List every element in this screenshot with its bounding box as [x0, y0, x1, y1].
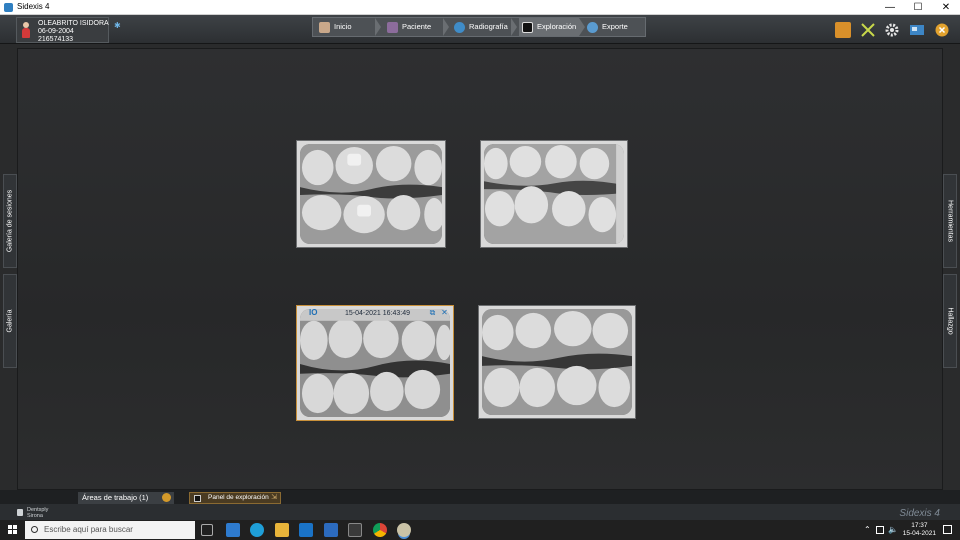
bottom-panel: Áreas de trabajo (1) Panel de exploració… [0, 490, 960, 520]
tab-herramientas[interactable]: Herramientas [943, 174, 957, 268]
taskbar-clock[interactable]: 17:37 15-04-2021 [903, 522, 936, 538]
bitewing-radiograph [484, 144, 624, 244]
patient-id: 216574133 [38, 36, 74, 43]
close-window-button[interactable]: ✕ [932, 0, 960, 15]
title-bar: Sidexis 4 — ☐ ✕ [0, 0, 960, 15]
volume-icon[interactable]: 🔈 [888, 525, 898, 534]
tools-icon[interactable] [860, 22, 876, 38]
exploration-panel-tab[interactable]: Panel de exploración ⇲ [189, 492, 281, 504]
windows-start-icon[interactable] [8, 525, 18, 535]
patient-card[interactable]: OLEABRITO ISIDORA 06-09-2004 216574133 ✱ [16, 17, 121, 43]
xray-image[interactable] [296, 140, 446, 248]
store-icon[interactable] [348, 523, 362, 537]
patient-icon [387, 21, 398, 33]
chrome-icon[interactable] [373, 523, 387, 537]
nav-separator [443, 18, 449, 36]
app-icon [4, 3, 13, 12]
bitewing-radiograph [482, 309, 632, 415]
tray-overflow-icon[interactable]: ⌃ [864, 525, 871, 534]
sidexis-logo: Sidexis 4 [899, 508, 940, 519]
mail-app-icon[interactable] [226, 523, 240, 537]
bitewing-radiograph [300, 144, 442, 244]
nav-separator [579, 18, 585, 36]
pin-icon[interactable]: ⇲ [271, 493, 277, 503]
settings-gear-icon[interactable] [884, 22, 900, 38]
workspaces-tab[interactable]: Áreas de trabajo (1) [78, 492, 174, 504]
windows-taskbar: Escribe aquí para buscar ⌃ 🔈 17:37 15-04… [0, 520, 960, 540]
file-explorer-icon[interactable] [275, 523, 289, 537]
close-session-icon[interactable] [934, 22, 950, 38]
patient-name: OLEABRITO ISIDORA [38, 20, 109, 27]
nav-inicio[interactable]: Inicio [319, 18, 373, 36]
window-layout-icon[interactable] [909, 22, 925, 38]
exploration-workspace[interactable] [17, 48, 943, 490]
dentsply-logo-mark [17, 509, 23, 516]
workspaces-close-icon[interactable] [162, 493, 171, 502]
notifications-icon[interactable] [943, 525, 952, 534]
tab-galeria-sesiones[interactable]: Galería de sesiones [3, 174, 17, 268]
compare-icon[interactable]: ⧉ [428, 309, 437, 317]
tab-galeria[interactable]: Galería [3, 274, 17, 368]
xray-image[interactable] [480, 140, 628, 248]
patient-dob: 06-09-2004 [38, 28, 74, 35]
home-icon [319, 21, 330, 33]
nav-separator [511, 18, 517, 36]
maximize-button[interactable]: ☐ [904, 0, 932, 15]
xray-image-selected[interactable]: IO 15-04-2021 16:43:49 ⧉ ✕ [296, 305, 454, 421]
nav-exporte[interactable]: Exporte [587, 18, 643, 36]
bitewing-radiograph [300, 309, 450, 417]
intraoral-badge: IO [309, 308, 318, 317]
taskbar-search-input[interactable]: Escribe aquí para buscar [25, 521, 195, 539]
task-view-icon[interactable] [201, 524, 213, 536]
patient-avatar-icon [21, 22, 31, 38]
search-icon [31, 526, 38, 533]
outlook-icon[interactable] [299, 523, 313, 537]
app-header: OLEABRITO ISIDORA 06-09-2004 216574133 ✱… [0, 15, 960, 44]
exploration-icon [522, 21, 533, 33]
tab-hallazgo[interactable]: Hallazgo [943, 274, 957, 368]
xray-image[interactable] [478, 305, 636, 419]
network-icon[interactable] [876, 526, 884, 534]
patient-link-icon[interactable]: ✱ [114, 21, 121, 30]
minimize-button[interactable]: — [876, 0, 904, 15]
export-icon [587, 21, 598, 33]
teams-icon[interactable] [324, 523, 338, 537]
workflow-nav: Inicio Paciente Radiografía Exploración … [312, 17, 646, 37]
edge-icon[interactable] [250, 523, 264, 537]
image-timestamp: 15-04-2021 16:43:49 [345, 310, 410, 317]
close-image-icon[interactable]: ✕ [440, 309, 449, 317]
nav-separator [375, 18, 381, 36]
nav-exploracion[interactable]: Exploración [519, 18, 579, 36]
panel-icon [194, 495, 201, 502]
dentsply-sirona-logo: Dentsply Sirona [17, 507, 48, 519]
nav-paciente[interactable]: Paciente [387, 18, 449, 36]
report-icon[interactable] [835, 22, 851, 38]
sidexis-taskbar-icon[interactable] [397, 523, 411, 537]
nav-radiografia[interactable]: Radiografía [454, 18, 516, 36]
xray-device-icon [454, 21, 465, 33]
window-title: Sidexis 4 [17, 2, 50, 11]
